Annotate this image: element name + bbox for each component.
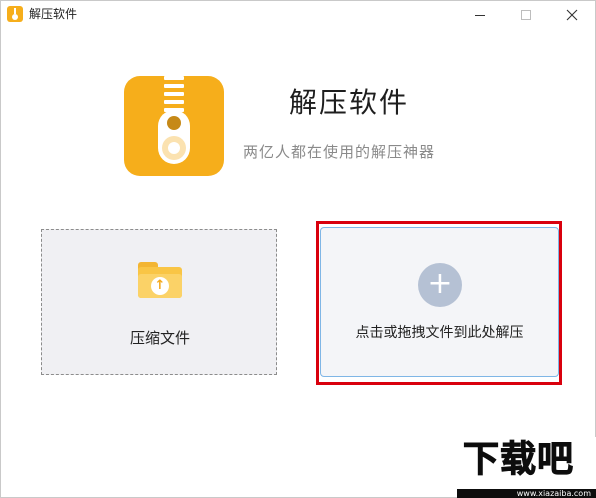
watermark-url: www.xiazaiba.com xyxy=(457,489,596,498)
app-logo xyxy=(124,76,224,176)
minimize-button[interactable] xyxy=(457,1,503,29)
compress-files-button[interactable]: ↑ 压缩文件 xyxy=(41,229,277,375)
extract-drop-zone[interactable]: + 点击或拖拽文件到此处解压 xyxy=(320,227,559,377)
maximize-button[interactable] xyxy=(503,1,549,29)
maximize-icon xyxy=(521,10,531,20)
extract-drop-label: 点击或拖拽文件到此处解压 xyxy=(355,325,524,341)
close-button[interactable] xyxy=(549,1,595,29)
folder-upload-icon: ↑ xyxy=(138,262,182,298)
title-bar[interactable]: 解压软件 xyxy=(1,1,595,29)
compress-files-label: 压缩文件 xyxy=(129,329,190,347)
minimize-icon xyxy=(475,14,485,16)
app-window: 解压软件 解压软件 两亿人都在使用的解压神器 ↑ 压缩文件 + 点击或拖拽文件到… xyxy=(0,0,596,498)
plus-icon: + xyxy=(418,263,462,307)
watermark-brand: 下载吧 xyxy=(462,439,575,481)
close-icon xyxy=(566,9,578,21)
app-slogan: 两亿人都在使用的解压神器 xyxy=(243,143,436,161)
app-title: 解压软件 xyxy=(289,86,410,119)
window-title: 解压软件 xyxy=(29,7,78,21)
watermark-logo: 下载吧 www.xiazaiba.com xyxy=(457,437,596,498)
app-title-icon xyxy=(7,6,23,22)
